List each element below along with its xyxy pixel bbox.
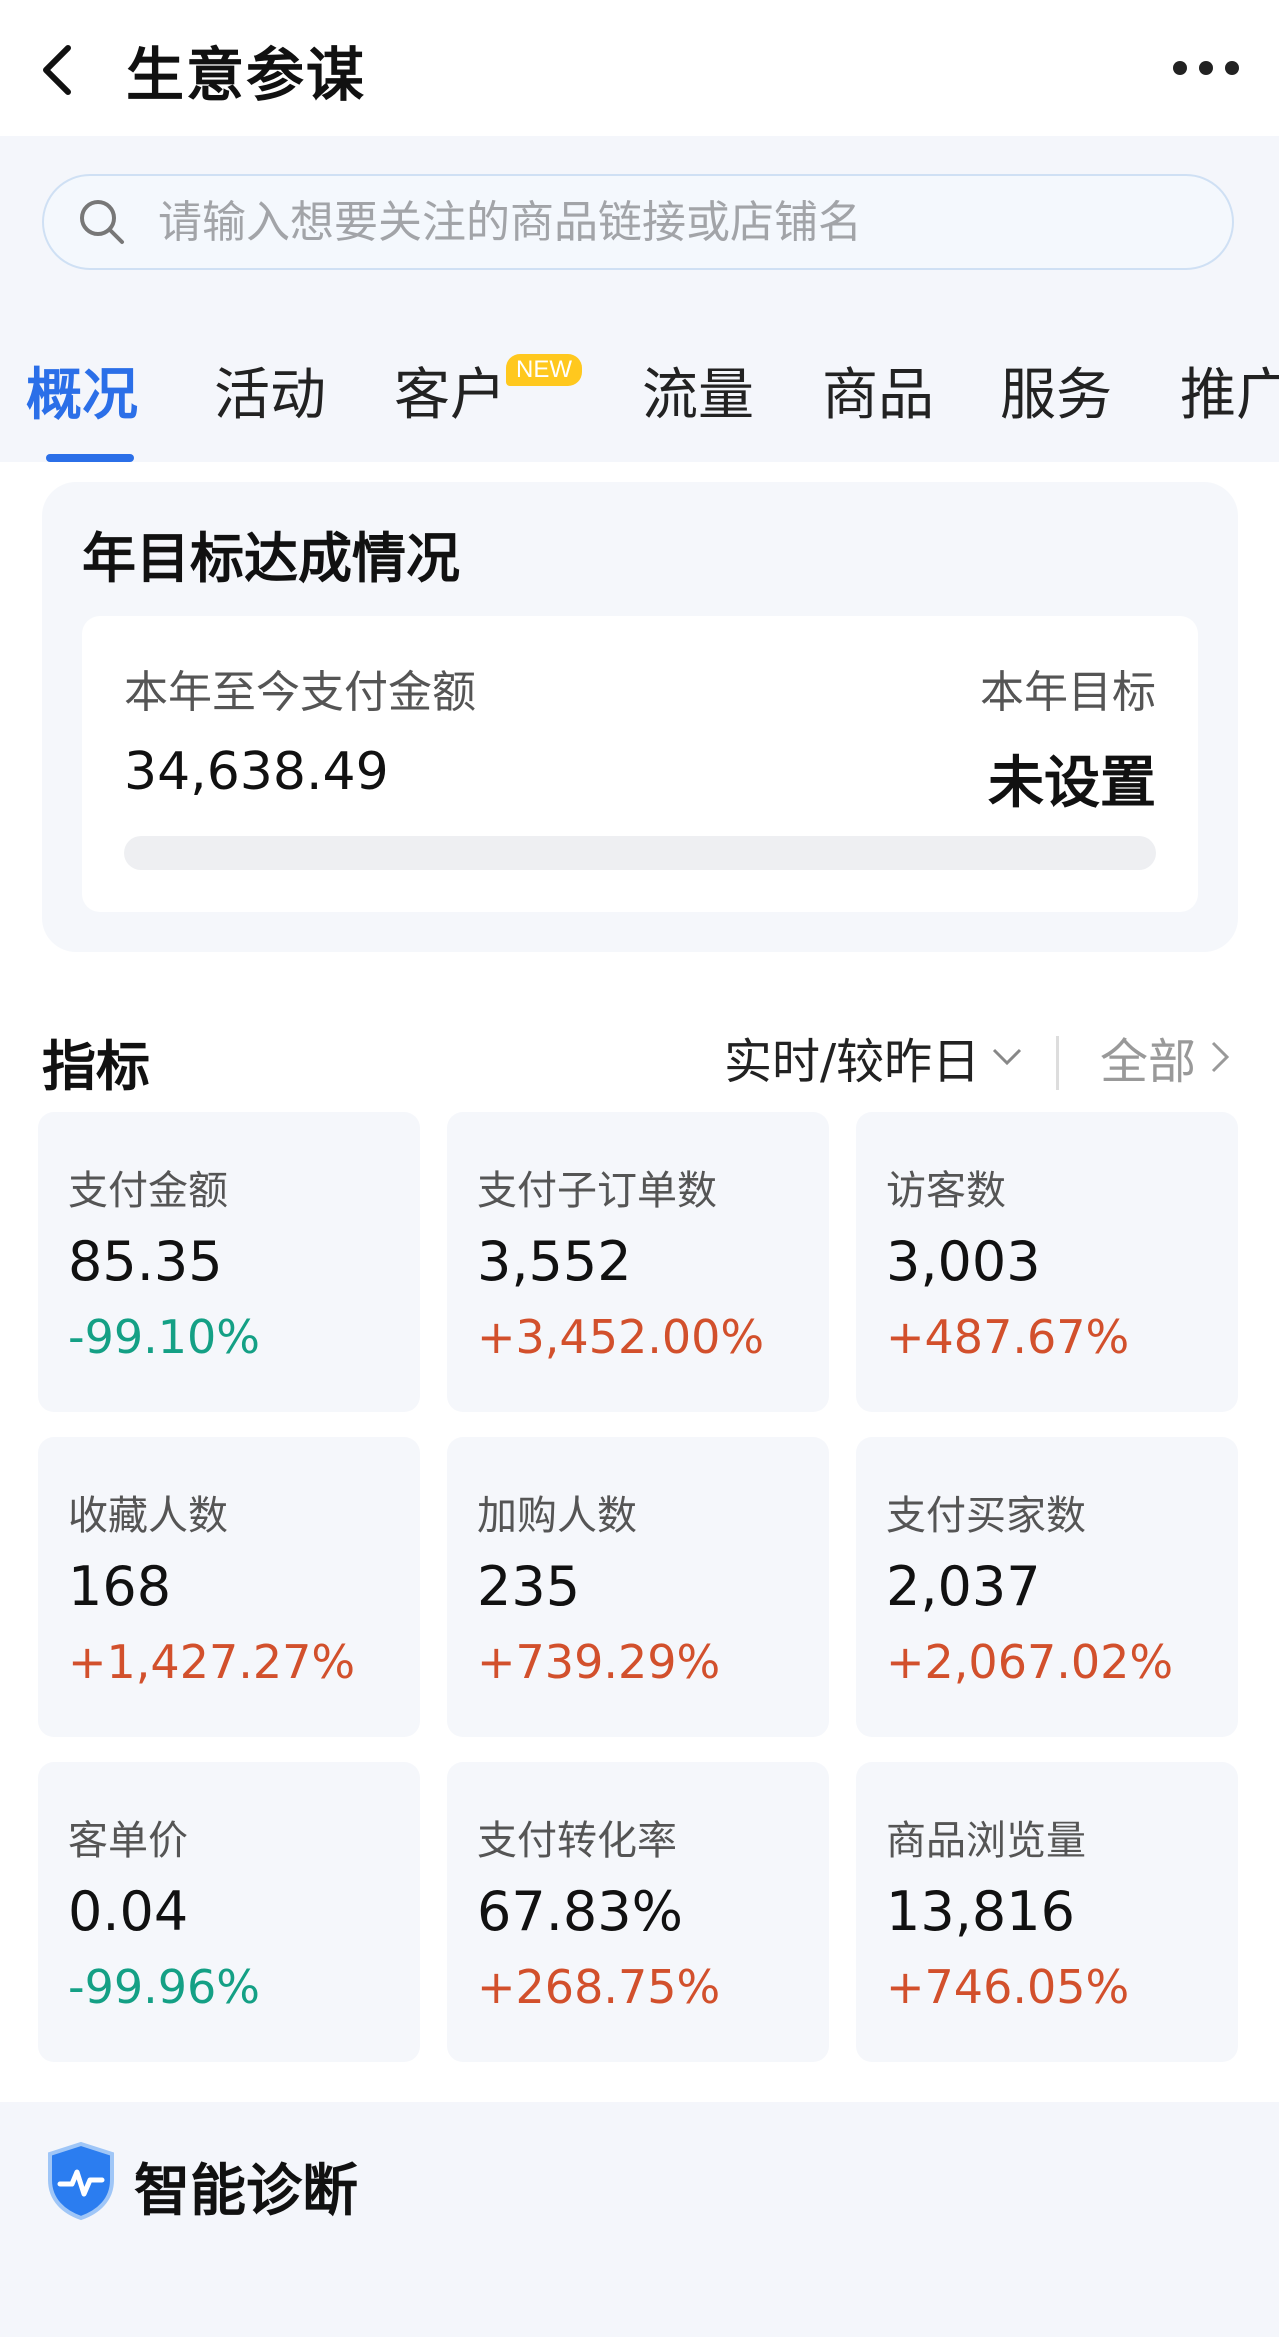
- metric-label: 收藏人数: [68, 1493, 228, 1539]
- tab-promotion[interactable]: 推广: [1180, 350, 1279, 431]
- search-icon: [80, 200, 124, 244]
- app-header: 生意参谋: [0, 0, 1279, 136]
- metric-value: 3,003: [886, 1230, 1041, 1293]
- metric-change: +268.75%: [477, 1960, 721, 2014]
- metric-value: 168: [68, 1555, 172, 1618]
- content-area: 年目标达成情况 本年至今支付金额 本年目标 34,638.49 未设置 指标 实…: [0, 462, 1279, 2102]
- annual-goal-card[interactable]: 年目标达成情况 本年至今支付金额 本年目标 34,638.49 未设置: [42, 482, 1238, 952]
- metric-label: 客单价: [68, 1818, 188, 1864]
- diagnosis-title: 智能诊断: [134, 2159, 358, 2224]
- metrics-header: 指标 实时/较昨日 全部: [0, 992, 1279, 1112]
- metric-value: 235: [477, 1555, 581, 1618]
- metric-value: 3,552: [477, 1230, 632, 1293]
- metric-change: +487.67%: [886, 1310, 1130, 1364]
- tab-service[interactable]: 服务: [1000, 350, 1112, 431]
- period-selector[interactable]: 实时/较昨日: [724, 1022, 1024, 1092]
- metric-change: +2,067.02%: [886, 1635, 1174, 1689]
- metric-card[interactable]: 支付买家数 2,037 +2,067.02%: [856, 1437, 1238, 1737]
- all-metrics-link[interactable]: 全部: [1100, 1022, 1232, 1092]
- metric-change: -99.10%: [68, 1310, 260, 1364]
- more-options-icon[interactable]: [1173, 50, 1239, 86]
- new-badge: NEW: [506, 354, 582, 386]
- metric-label: 访客数: [886, 1168, 1006, 1214]
- ytd-payment-value: 34,638.49: [124, 742, 389, 802]
- metric-label: 支付买家数: [886, 1493, 1086, 1539]
- metric-card[interactable]: 客单价 0.04 -99.96%: [38, 1762, 420, 2062]
- back-arrow-icon[interactable]: [38, 40, 78, 100]
- metric-label: 支付金额: [68, 1168, 228, 1214]
- tab-overview[interactable]: 概况: [26, 350, 138, 431]
- metric-card[interactable]: 收藏人数 168 +1,427.27%: [38, 1437, 420, 1737]
- metric-label: 加购人数: [477, 1493, 637, 1539]
- metric-card[interactable]: 支付金额 85.35 -99.10%: [38, 1112, 420, 1412]
- ytd-payment-label: 本年至今支付金额: [124, 667, 476, 718]
- chevron-down-icon: [993, 1048, 1022, 1066]
- chevron-right-icon: [1211, 1041, 1230, 1073]
- metric-card[interactable]: 商品浏览量 13,816 +746.05%: [856, 1762, 1238, 2062]
- smart-diagnosis-section[interactable]: 智能诊断: [0, 2102, 1279, 2337]
- search-input[interactable]: [156, 195, 1160, 249]
- goal-card-title: 年目标达成情况: [82, 527, 460, 590]
- page-title: 生意参谋: [126, 41, 367, 109]
- search-bar-area: [0, 136, 1279, 296]
- tab-activity[interactable]: 活动: [214, 350, 326, 431]
- metric-change: -99.96%: [68, 1960, 260, 2014]
- metric-label: 支付子订单数: [477, 1168, 717, 1214]
- period-selector-label: 实时/较昨日: [724, 1034, 981, 1090]
- metric-card[interactable]: 支付子订单数 3,552 +3,452.00%: [447, 1112, 829, 1412]
- annual-target-value[interactable]: 未设置: [988, 738, 1156, 819]
- metric-label: 商品浏览量: [886, 1818, 1086, 1864]
- metric-card[interactable]: 加购人数 235 +739.29%: [447, 1437, 829, 1737]
- annual-target-label: 本年目标: [980, 667, 1156, 718]
- divider: [1056, 1036, 1059, 1090]
- metric-change: +3,452.00%: [477, 1310, 765, 1364]
- tab-traffic[interactable]: 流量: [642, 350, 754, 431]
- metrics-title: 指标: [42, 1035, 150, 1098]
- tab-customer[interactable]: 客户: [394, 350, 506, 431]
- metric-card[interactable]: 支付转化率 67.83% +268.75%: [447, 1762, 829, 2062]
- metric-value: 67.83%: [477, 1880, 683, 1943]
- metric-value: 0.04: [68, 1880, 189, 1943]
- goal-progress-bar: [124, 836, 1156, 870]
- metric-change: +1,427.27%: [68, 1635, 356, 1689]
- tab-bar: 概况 活动 客户 NEW 流量 商品 服务 推广: [0, 320, 1279, 462]
- search-box[interactable]: [42, 174, 1234, 270]
- metric-change: +746.05%: [886, 1960, 1130, 2014]
- metric-change: +739.29%: [477, 1635, 721, 1689]
- metric-value: 85.35: [68, 1230, 223, 1293]
- all-metrics-label: 全部: [1100, 1034, 1197, 1090]
- tab-products[interactable]: 商品: [822, 350, 934, 431]
- metric-label: 支付转化率: [477, 1818, 677, 1864]
- metric-value: 2,037: [886, 1555, 1041, 1618]
- metric-card[interactable]: 访客数 3,003 +487.67%: [856, 1112, 1238, 1412]
- active-tab-indicator: [46, 454, 134, 462]
- goal-details: 本年至今支付金额 本年目标 34,638.49 未设置: [82, 616, 1198, 912]
- shield-heartbeat-icon: [48, 2141, 114, 2221]
- metric-value: 13,816: [886, 1880, 1075, 1943]
